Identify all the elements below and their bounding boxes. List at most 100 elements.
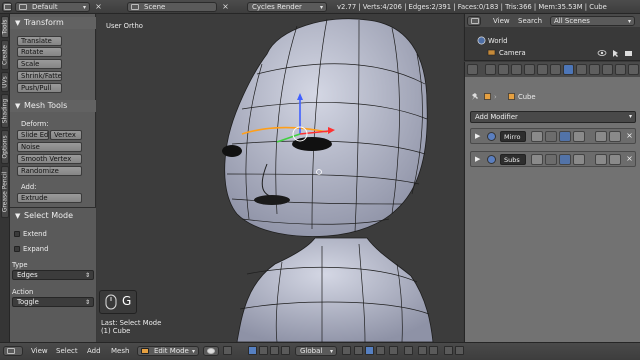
opengl-animation-icon[interactable] <box>455 346 464 355</box>
shading-dropdown[interactable] <box>203 346 219 356</box>
tab-create[interactable]: Create <box>1 40 9 70</box>
move-up-icon[interactable] <box>595 154 607 165</box>
eye-icon[interactable] <box>597 49 607 57</box>
outliner-item-camera[interactable]: Camera <box>499 49 526 57</box>
3d-viewport[interactable]: User Ortho G Last: Select Mode (1) Cube <box>97 14 463 342</box>
type-select[interactable]: Edges ⇕ <box>12 270 94 280</box>
data-tab-icon[interactable] <box>576 64 587 75</box>
chevron-updown-icon: ⇕ <box>84 299 90 306</box>
modifier-name-field[interactable]: Subs <box>500 154 526 165</box>
screen-layout-dropdown[interactable]: Default ▾ <box>15 2 90 12</box>
mesh-tools-panel-header[interactable]: ▼ Mesh Tools <box>10 100 96 112</box>
remove-modifier-button[interactable]: × <box>624 131 635 142</box>
scale-manipulator-icon[interactable] <box>281 346 290 355</box>
editor-type-menu[interactable] <box>467 64 478 75</box>
expand-triangle-icon[interactable]: ▶ <box>475 155 480 163</box>
render-camera-icon[interactable] <box>624 49 634 57</box>
outliner-view-menu[interactable]: View <box>493 17 510 25</box>
move-down-icon[interactable] <box>609 154 621 165</box>
action-select[interactable]: Toggle ⇕ <box>12 297 94 307</box>
move-up-icon[interactable] <box>595 131 607 142</box>
snap-toggle-icon[interactable] <box>418 346 427 355</box>
pivot-point-icon[interactable] <box>223 346 232 355</box>
cursor-select-icon[interactable] <box>611 49 620 58</box>
mode-dropdown[interactable]: Edit Mode ▾ <box>137 346 199 356</box>
outliner-item-world[interactable]: World <box>488 37 507 45</box>
cage-icon[interactable] <box>573 131 585 142</box>
pin-icon[interactable] <box>471 92 480 101</box>
add-modifier-dropdown[interactable]: Add Modifier ▾ <box>470 111 636 123</box>
cage-icon[interactable] <box>573 154 585 165</box>
eye-icon[interactable] <box>545 131 557 142</box>
noise-button[interactable]: Noise <box>17 142 82 152</box>
expand-triangle-icon[interactable]: ▶ <box>475 132 480 140</box>
extend-checkbox[interactable] <box>14 231 20 237</box>
render-icon[interactable] <box>559 131 571 142</box>
add-menu[interactable]: Add <box>87 347 101 355</box>
remove-modifier-button[interactable]: × <box>624 154 635 165</box>
occlude-geometry-icon[interactable] <box>389 346 398 355</box>
opengl-render-icon[interactable] <box>444 346 453 355</box>
rotate-button[interactable]: Rotate <box>17 47 62 57</box>
expand-checkbox[interactable] <box>14 246 20 252</box>
extrude-button[interactable]: Extrude <box>17 193 82 203</box>
physics-tab-icon[interactable] <box>628 64 639 75</box>
smooth-vertex-button[interactable]: Smooth Vertex <box>17 154 82 164</box>
face-select-mode-icon[interactable] <box>376 346 385 355</box>
layout-close-button[interactable]: × <box>93 2 104 12</box>
slide-edge-button[interactable]: Slide Ed <box>17 130 49 140</box>
vertex-select-mode-icon[interactable] <box>354 346 363 355</box>
snap-element-icon[interactable] <box>429 346 438 355</box>
tab-shading[interactable]: Shading <box>1 94 9 128</box>
texture-tab-icon[interactable] <box>602 64 613 75</box>
render-icon[interactable] <box>559 154 571 165</box>
constraints-tab-icon[interactable] <box>550 64 561 75</box>
view-menu[interactable]: View <box>31 347 48 355</box>
transform-orientation-dropdown[interactable]: Global ▾ <box>295 346 337 356</box>
tab-grease-pencil[interactable]: Grease Pencil <box>1 166 9 218</box>
push-pull-button[interactable]: Push/Pull <box>17 83 62 93</box>
move-down-icon[interactable] <box>609 131 621 142</box>
translate-button[interactable]: Translate <box>17 36 62 46</box>
scene-tab-icon[interactable] <box>511 64 522 75</box>
select-mode-panel-header[interactable]: ▼ Select Mode <box>10 210 96 222</box>
collapse-triangle-icon: ▼ <box>15 102 21 110</box>
object-tab-icon[interactable] <box>537 64 548 75</box>
rotate-manipulator-icon[interactable] <box>270 346 279 355</box>
proportional-editing-icon[interactable] <box>404 346 413 355</box>
layer-button[interactable] <box>342 346 351 355</box>
tab-label: Tools <box>1 19 9 35</box>
editor-type-menu[interactable] <box>467 16 481 26</box>
tab-tools[interactable]: Tools <box>1 16 9 38</box>
render-tab-icon[interactable] <box>485 64 496 75</box>
editmode-cage-icon[interactable] <box>531 131 543 142</box>
editmode-cage-icon[interactable] <box>531 154 543 165</box>
modifiers-tab-icon[interactable] <box>563 64 574 75</box>
slide-vertex-button[interactable]: Vertex <box>50 130 82 140</box>
modifier-name-field[interactable]: Mirro <box>500 131 526 142</box>
scene-dropdown[interactable]: Scene <box>127 2 217 12</box>
manipulator-toggle-icon[interactable] <box>248 346 257 355</box>
render-engine-dropdown[interactable]: Cycles Render ▾ <box>247 2 327 12</box>
display-mode-dropdown[interactable]: All Scenes ▾ <box>550 16 635 26</box>
translate-manipulator-icon[interactable] <box>259 346 268 355</box>
tab-options[interactable]: Options <box>1 130 9 164</box>
material-tab-icon[interactable] <box>589 64 600 75</box>
eye-icon[interactable] <box>545 154 557 165</box>
mesh-menu[interactable]: Mesh <box>111 347 129 355</box>
render-layers-tab-icon[interactable] <box>498 64 509 75</box>
viewport-status: Last: Select Mode (1) Cube <box>101 319 161 335</box>
editor-type-menu[interactable] <box>3 346 23 356</box>
randomize-button[interactable]: Randomize <box>17 166 82 176</box>
scene-close-button[interactable]: × <box>220 2 231 12</box>
outliner-search-menu[interactable]: Search <box>518 17 542 25</box>
edge-select-mode-icon[interactable] <box>365 346 374 355</box>
select-menu[interactable]: Select <box>56 347 78 355</box>
transform-panel-header[interactable]: ▼ Transform <box>10 17 96 29</box>
particles-tab-icon[interactable] <box>615 64 626 75</box>
scale-button[interactable]: Scale <box>17 59 62 69</box>
shrink-fatten-button[interactable]: Shrink/Fatten <box>17 71 62 81</box>
world-tab-icon[interactable] <box>524 64 535 75</box>
tab-uvs[interactable]: UVs <box>1 72 9 92</box>
editor-type-menu[interactable] <box>2 2 12 12</box>
